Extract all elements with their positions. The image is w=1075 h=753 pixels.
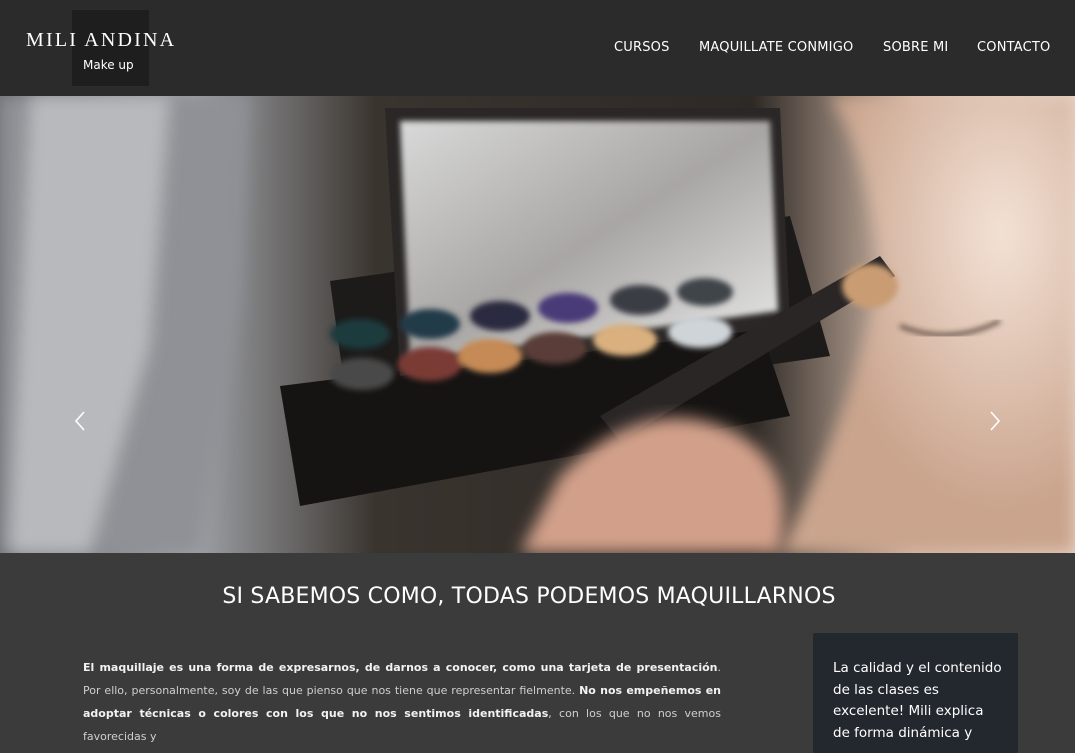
slider-next-button[interactable] [985, 406, 1005, 436]
nav-item-cursos[interactable]: CURSOS [614, 40, 670, 55]
nav-item-contacto[interactable]: CONTACTO [977, 40, 1050, 55]
testimonial-card: La calidad y el contenido de las clases … [813, 633, 1018, 753]
main-nav: CURSOS MAQUILLATE CONMIGO SOBRE MI CONTA… [0, 40, 1075, 60]
hero-slider [0, 96, 1075, 553]
slider-prev-button[interactable] [70, 406, 90, 436]
nav-item-sobre-mi[interactable]: SOBRE MI [883, 40, 948, 55]
site-header: MILI ANDINA Make up CURSOS MAQUILLATE CO… [0, 0, 1075, 96]
intro-paragraph: El maquillaje es una forma de expresarno… [83, 656, 721, 748]
chevron-right-icon [990, 411, 1001, 431]
nav-item-maquillate-conmigo[interactable]: MAQUILLATE CONMIGO [699, 40, 853, 55]
logo-subtitle[interactable]: Make up [83, 58, 134, 72]
hero-image [0, 96, 1075, 553]
section-title: SI SABEMOS COMO, TODAS PODEMOS MAQUILLAR… [222, 584, 836, 609]
testimonial-text: La calidad y el contenido de las clases … [833, 660, 1002, 741]
chevron-left-icon [74, 411, 85, 431]
intro-bold-1: El maquillaje es una forma de expresarno… [83, 661, 718, 674]
